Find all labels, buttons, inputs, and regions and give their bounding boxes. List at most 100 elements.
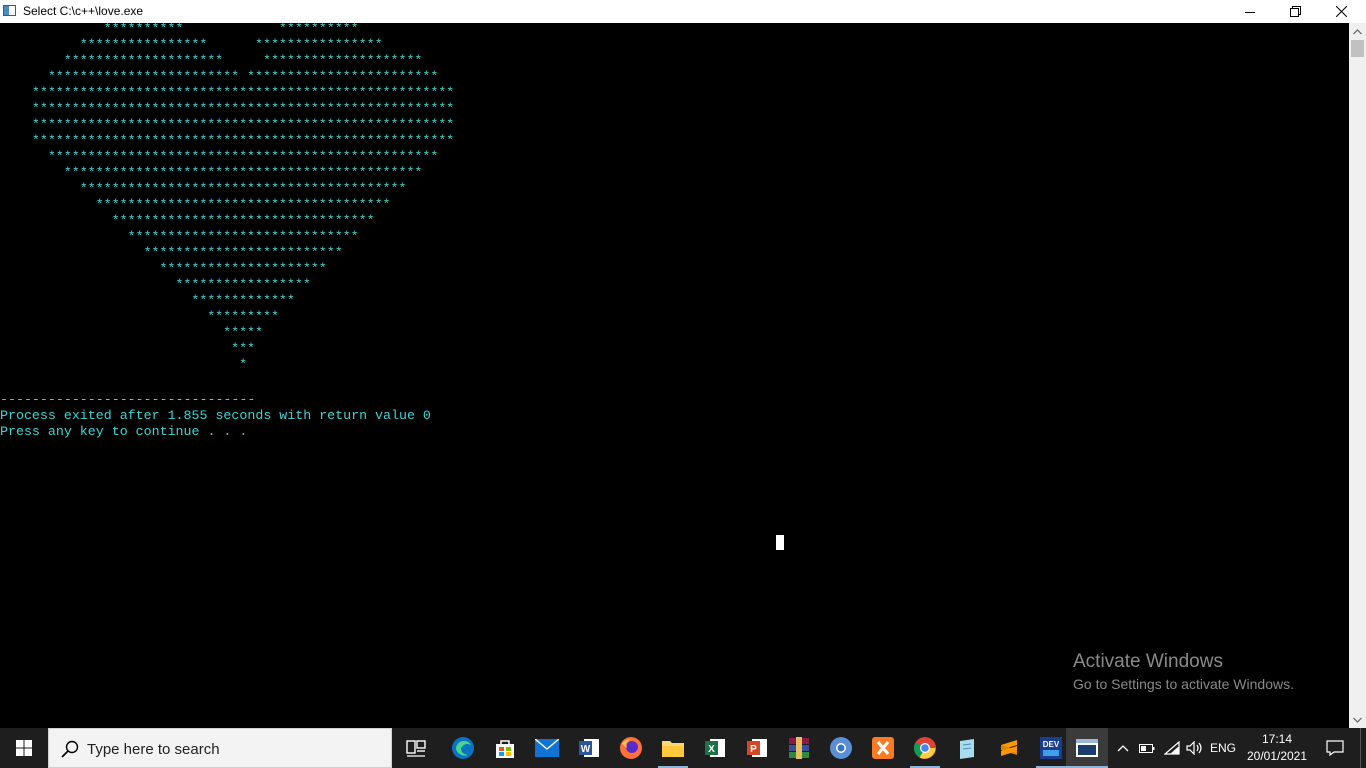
dev-cpp-label: DEV [1043, 740, 1060, 749]
heart-art-line: ************************* [0, 245, 343, 260]
taskbar-app-mail[interactable] [526, 728, 568, 768]
heart-art-line: ************* [0, 293, 295, 308]
mail-icon [535, 739, 559, 757]
taskbar-app-winrar[interactable] [778, 728, 820, 768]
heart-art-line: ******************** *******************… [0, 53, 423, 68]
svg-text:P: P [750, 744, 757, 755]
heart-art-line: ********************************* [0, 213, 375, 228]
window-title-bar[interactable]: Select C:\c++\love.exe [0, 0, 1366, 23]
heart-art-line: ***** [0, 325, 263, 340]
word-icon: W [579, 739, 599, 757]
activate-windows-title: Activate Windows [1073, 651, 1223, 672]
vertical-scrollbar[interactable] [1349, 23, 1366, 728]
search-input[interactable] [87, 738, 377, 760]
search-icon [61, 740, 79, 758]
store-icon [496, 740, 514, 758]
console-app-icon[interactable] [3, 5, 16, 16]
heart-art-line: ***************************** [0, 229, 359, 244]
scroll-down-button[interactable] [1349, 711, 1366, 728]
clock[interactable]: 17:14 20/01/2021 [1238, 731, 1316, 765]
heart-ascii-art: ********** ********** **************** *… [0, 23, 454, 373]
close-icon [1335, 6, 1347, 17]
taskbar-app-chromium[interactable] [820, 728, 862, 768]
heart-art-line: ********** ********** [0, 23, 359, 36]
taskbar-app-xampp[interactable] [862, 728, 904, 768]
heart-art-line: ********************* [0, 261, 327, 276]
taskbar-search-box[interactable] [48, 728, 392, 768]
input-language-indicator[interactable]: ENG [1208, 728, 1238, 768]
heart-art-line: * [0, 357, 248, 372]
taskbar-app-chrome[interactable] [904, 728, 946, 768]
taskbar-app-excel[interactable]: X [694, 728, 736, 768]
minimize-button[interactable] [1227, 0, 1273, 23]
chevron-up-icon [1117, 745, 1129, 752]
windows-logo-icon [16, 740, 32, 756]
wifi-icon [1164, 741, 1180, 755]
taskbar-app-file-explorer[interactable] [652, 728, 694, 768]
excel-icon: X [705, 739, 725, 757]
show-hidden-icons-button[interactable] [1112, 728, 1134, 768]
action-center-button[interactable] [1318, 728, 1352, 768]
notification-icon [1326, 740, 1344, 756]
taskbar-app-firefox[interactable] [610, 728, 652, 768]
restore-button[interactable] [1272, 0, 1318, 23]
battery-icon [1139, 744, 1155, 753]
taskbar-app-powerpoint[interactable]: P [736, 728, 778, 768]
show-desktop-button[interactable] [1360, 728, 1366, 768]
heart-art-line: ****************************************… [0, 101, 455, 116]
task-view-button[interactable] [395, 728, 437, 768]
taskbar-app-console-window[interactable] [1066, 728, 1108, 768]
process-exit-output: -------------------------------- Process… [0, 392, 431, 440]
activate-windows-watermark: Activate Windows Go to Settings to activ… [1073, 651, 1294, 692]
scroll-up-button[interactable] [1349, 23, 1366, 40]
heart-art-line: *** [0, 341, 256, 356]
chevron-down-icon [1353, 717, 1362, 723]
xampp-icon [872, 737, 894, 759]
sublime-icon [1001, 740, 1017, 756]
chevron-up-icon [1353, 28, 1362, 34]
powerpoint-icon: P [747, 739, 767, 757]
language-label: ENG [1209, 741, 1236, 755]
heart-art-line: **************** **************** [0, 37, 383, 52]
restore-icon [1289, 6, 1301, 17]
chrome-icon [914, 737, 936, 759]
svg-text:W: W [581, 744, 591, 755]
continue-prompt: Press any key to continue . . . [0, 424, 248, 439]
heart-art-line: ****************************************… [0, 149, 439, 164]
exit-message: Process exited after 1.855 seconds with … [0, 408, 431, 423]
winrar-icon [789, 737, 809, 759]
heart-art-line: ****************************************… [0, 165, 423, 180]
minimize-icon [1245, 11, 1255, 13]
firefox-icon [620, 737, 642, 759]
svg-text:X: X [708, 744, 715, 755]
heart-art-line: ****************************************… [0, 133, 455, 148]
heart-art-line: ************************************* [0, 197, 391, 212]
taskbar: W X P [0, 728, 1366, 768]
activate-windows-subtitle: Go to Settings to activate Windows. [1073, 676, 1294, 692]
taskbar-app-store[interactable] [484, 728, 526, 768]
heart-art-line: ************************ ***************… [0, 69, 439, 84]
start-button[interactable] [0, 728, 48, 768]
network-status[interactable] [1160, 728, 1184, 768]
console-output-area[interactable]: ********** ********** **************** *… [0, 23, 1349, 728]
clock-time: 17:14 [1261, 732, 1293, 746]
taskbar-app-notepad[interactable] [946, 728, 988, 768]
taskbar-app-sublime-text[interactable] [988, 728, 1030, 768]
close-button[interactable] [1318, 0, 1364, 23]
volume-control[interactable] [1184, 728, 1206, 768]
window-title: Select C:\c++\love.exe [23, 4, 144, 18]
heart-art-line: ****************************************… [0, 117, 455, 132]
heart-art-line: ***************** [0, 277, 311, 292]
battery-status[interactable] [1136, 728, 1158, 768]
text-cursor [776, 535, 784, 550]
taskbar-app-edge[interactable] [442, 728, 484, 768]
clock-date: 20/01/2021 [1246, 749, 1308, 763]
separator-line: -------------------------------- [0, 392, 256, 407]
scroll-thumb[interactable] [1351, 40, 1364, 57]
dev-cpp-icon: DEV [1040, 737, 1062, 759]
taskbar-app-word[interactable]: W [568, 728, 610, 768]
heart-art-line: ********* [0, 309, 279, 324]
notepad-icon [960, 739, 974, 759]
task-view-icon [406, 740, 426, 757]
heart-art-line: ****************************************… [0, 181, 407, 196]
